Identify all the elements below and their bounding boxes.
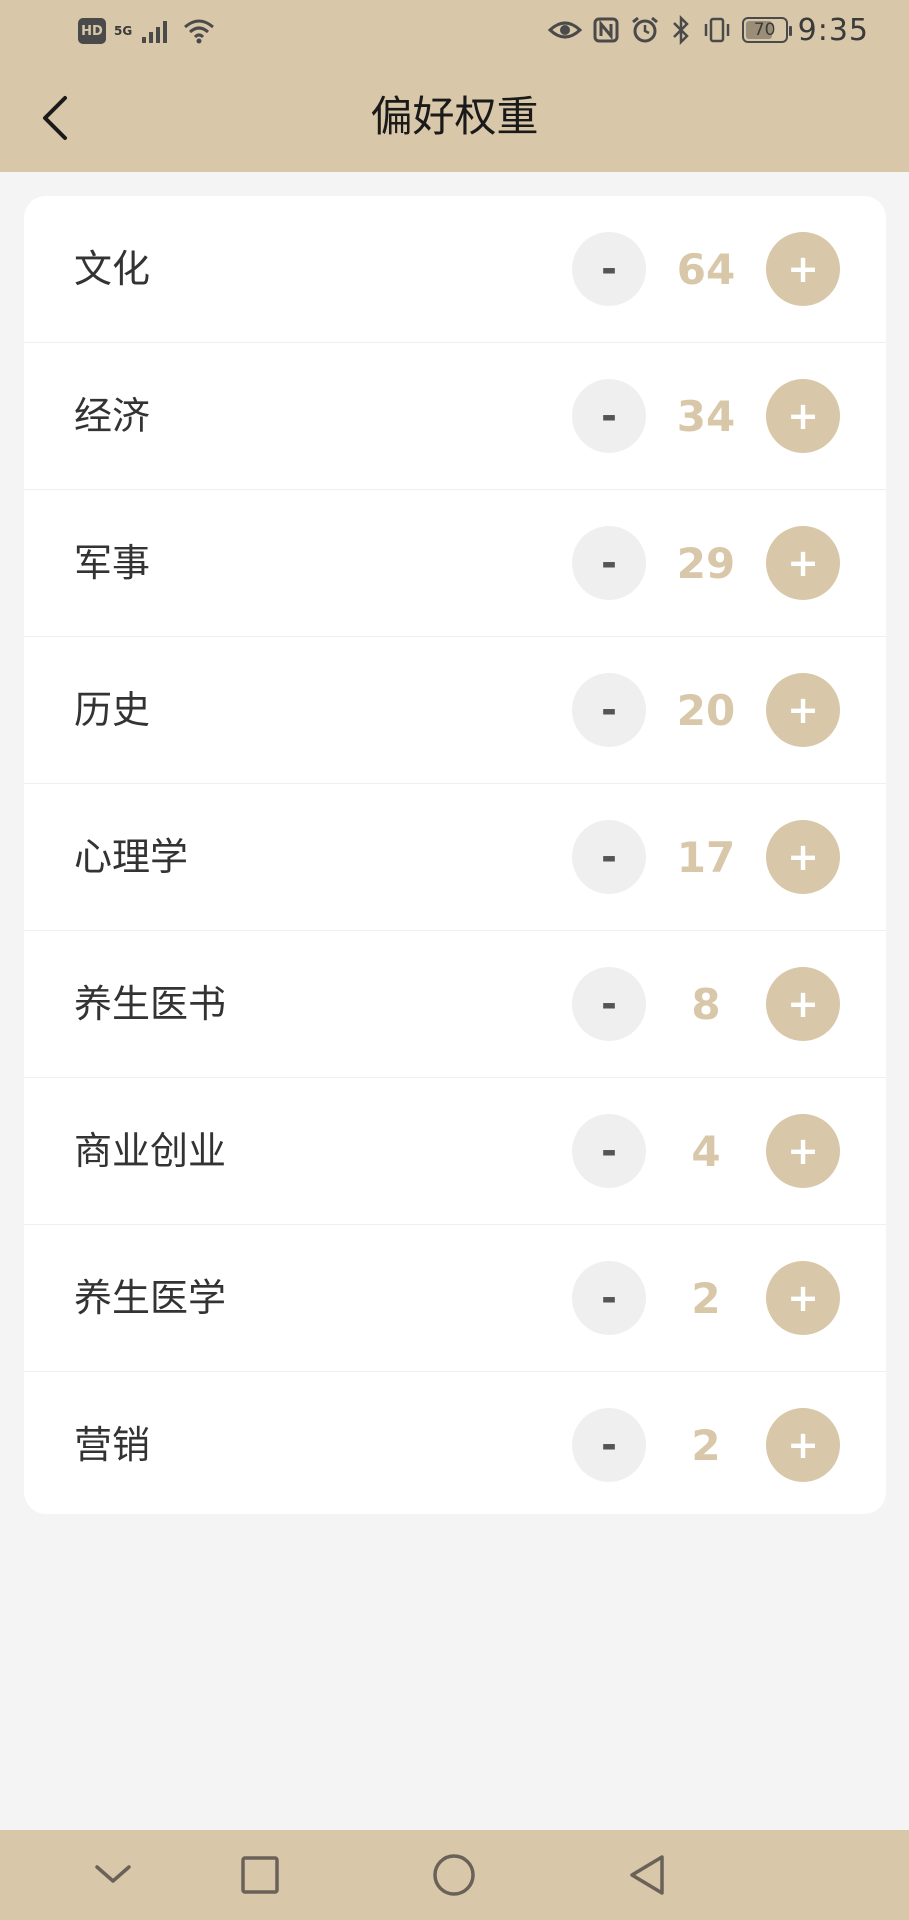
nav-recents-button[interactable] — [230, 1845, 290, 1905]
wifi-icon — [184, 19, 215, 44]
preference-value: 17 — [676, 833, 736, 882]
square-icon — [241, 1856, 279, 1894]
increment-button[interactable]: + — [766, 232, 840, 306]
increment-button[interactable]: + — [766, 820, 840, 894]
vibrate-icon — [704, 17, 729, 43]
preference-value: 29 — [676, 539, 736, 588]
preference-label: 营销 — [74, 1423, 151, 1467]
preference-label: 心理学 — [74, 835, 189, 879]
preference-row: 经济 - 34 + — [24, 343, 886, 490]
battery-indicator: 70 — [741, 17, 792, 43]
app-header: HD 5G 70 9:35 偏好权重 — [0, 0, 909, 172]
preference-value: 20 — [676, 686, 736, 735]
preference-label: 养生医学 — [74, 1276, 227, 1320]
preference-row: 营销 - 2 + — [24, 1372, 886, 1514]
network-type-label: 5G — [114, 24, 133, 38]
preference-value: 4 — [691, 1127, 721, 1176]
preference-value: 2 — [691, 1274, 721, 1323]
increment-button[interactable]: + — [766, 1261, 840, 1335]
triangle-back-icon — [630, 1855, 664, 1895]
decrement-button[interactable]: - — [572, 379, 646, 453]
eye-icon — [547, 21, 582, 39]
bluetooth-icon — [672, 15, 689, 45]
nfc-icon — [593, 17, 619, 43]
status-right-group: 70 9:35 — [547, 12, 869, 48]
alarm-icon — [631, 16, 658, 43]
preference-value: 34 — [676, 392, 736, 441]
increment-button[interactable]: + — [766, 967, 840, 1041]
preference-label: 文化 — [74, 247, 151, 291]
increment-button[interactable]: + — [766, 1114, 840, 1188]
decrement-button[interactable]: - — [572, 967, 646, 1041]
preference-label: 养生医书 — [74, 982, 227, 1026]
preference-label: 历史 — [74, 688, 151, 732]
preference-row: 养生医书 - 8 + — [24, 931, 886, 1078]
increment-button[interactable]: + — [766, 526, 840, 600]
increment-button[interactable]: + — [766, 379, 840, 453]
clock: 9:35 — [797, 12, 869, 48]
preference-row: 文化 - 64 + — [24, 196, 886, 343]
chevron-down-icon — [95, 1865, 131, 1883]
preference-value: 2 — [691, 1421, 721, 1470]
status-bar: HD 5G 70 9:35 — [0, 0, 909, 60]
hd-badge: HD — [78, 18, 106, 44]
preference-value: 64 — [676, 245, 736, 294]
decrement-button[interactable]: - — [572, 1114, 646, 1188]
increment-button[interactable]: + — [766, 1408, 840, 1482]
preference-row: 心理学 - 17 + — [24, 784, 886, 931]
decrement-button[interactable]: - — [572, 673, 646, 747]
decrement-button[interactable]: - — [572, 1408, 646, 1482]
decrement-button[interactable]: - — [572, 526, 646, 600]
nav-back-button[interactable] — [617, 1845, 677, 1905]
decrement-button[interactable]: - — [572, 232, 646, 306]
decrement-button[interactable]: - — [572, 1261, 646, 1335]
preference-label: 经济 — [74, 394, 151, 438]
decrement-button[interactable]: - — [572, 820, 646, 894]
battery-level: 70 — [753, 20, 776, 40]
system-navigation-bar — [0, 1830, 909, 1920]
status-left-group: HD 5G — [78, 14, 216, 48]
preference-row: 历史 - 20 + — [24, 637, 886, 784]
signal-icon — [142, 21, 168, 43]
preference-row: 军事 - 29 + — [24, 490, 886, 637]
circle-icon — [433, 1854, 475, 1896]
preference-row: 养生医学 - 2 + — [24, 1225, 886, 1372]
nav-home-button[interactable] — [424, 1845, 484, 1905]
nav-hide-button[interactable] — [83, 1845, 143, 1905]
network-indicator: 5G — [114, 25, 132, 37]
preference-list: 文化 - 64 + 经济 - 34 + 军事 - 29 + 历史 - 20 + … — [24, 196, 886, 1514]
preference-value: 8 — [691, 980, 721, 1029]
increment-button[interactable]: + — [766, 673, 840, 747]
page-title: 偏好权重 — [370, 92, 539, 141]
preference-row: 商业创业 - 4 + — [24, 1078, 886, 1225]
preference-label: 商业创业 — [74, 1129, 227, 1173]
preference-label: 军事 — [74, 541, 151, 585]
